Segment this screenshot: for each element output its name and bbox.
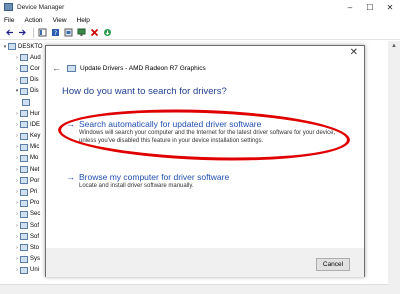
tree-item[interactable]: › Cor <box>0 63 48 74</box>
device-icon <box>20 154 28 162</box>
back-arrow-icon[interactable] <box>4 28 14 38</box>
properties-icon[interactable] <box>37 28 47 38</box>
tree-item[interactable]: › Uni <box>0 265 48 276</box>
device-icon <box>20 54 28 62</box>
tree-item[interactable]: › IDE <box>0 119 48 130</box>
tree-item[interactable] <box>0 97 48 108</box>
tree-item[interactable]: › Sec <box>0 209 48 220</box>
tree-item[interactable]: › Mic <box>0 142 48 153</box>
toolbar: ? <box>0 26 400 40</box>
scroll-up-icon[interactable]: ▲ <box>388 41 400 51</box>
dialog-close-button[interactable]: ✕ <box>350 47 358 58</box>
update-driver-icon[interactable] <box>102 28 112 38</box>
device-manager-icon <box>4 3 13 11</box>
menu-help[interactable]: Help <box>77 17 90 24</box>
tree-item[interactable]: › Mo <box>0 153 48 164</box>
title-bar: Device Manager – ☐ ✕ <box>0 0 400 14</box>
browse-computer-description: Locate and install driver software manua… <box>79 183 194 189</box>
arrow-right-icon: → <box>66 172 75 182</box>
device-icon <box>20 210 28 218</box>
search-automatically-link[interactable]: Search automatically for updated driver … <box>79 119 261 129</box>
toolbar-divider <box>33 27 34 38</box>
tree-item[interactable]: › Aud <box>0 52 48 63</box>
device-icon <box>20 199 28 207</box>
tree-item[interactable]: › Sys <box>0 254 48 265</box>
dialog-header: ← Update Drivers - AMD Radeon R7 Graphic… <box>52 63 206 73</box>
tree-item[interactable]: › Hur <box>0 108 48 119</box>
browse-computer-option[interactable]: → Browse my computer for driver software… <box>66 172 346 191</box>
tree-item[interactable]: › Key <box>0 131 48 142</box>
device-icon <box>20 188 28 196</box>
browse-computer-link[interactable]: Browse my computer for driver software <box>79 172 229 182</box>
uninstall-x-icon[interactable] <box>89 28 99 38</box>
device-tree: ▾ DESKTO › Aud › Cor › Dis ▾ Dis › Hur › IDE ›… <box>0 41 48 294</box>
tree-item[interactable]: ▾ Dis <box>0 86 48 97</box>
tree-root[interactable]: ▾ DESKTO <box>0 41 48 52</box>
status-bar <box>0 284 388 294</box>
device-icon <box>20 65 28 73</box>
dialog-footer: Cancel <box>46 248 364 277</box>
device-icon <box>20 255 28 263</box>
close-window-button[interactable]: ✕ <box>380 0 400 14</box>
device-icon <box>20 233 28 241</box>
update-drivers-dialog: ✕ ← Update Drivers - AMD Radeon R7 Graph… <box>45 45 365 277</box>
tree-item[interactable]: › Pro <box>0 198 48 209</box>
search-automatically-description: Windows will search your computer and th… <box>79 130 336 144</box>
device-icon <box>20 222 28 230</box>
menu-action[interactable]: Action <box>24 17 42 24</box>
forward-arrow-icon[interactable] <box>17 28 27 38</box>
vertical-scrollbar[interactable]: ▲ <box>388 41 400 294</box>
svg-text:?: ? <box>54 30 57 37</box>
back-arrow-icon[interactable]: ← <box>52 63 61 73</box>
display-adapter-icon <box>67 64 76 72</box>
search-automatically-option[interactable]: → Search automatically for updated drive… <box>66 119 346 145</box>
device-icon <box>20 166 28 174</box>
window-controls: – ☐ ✕ <box>340 0 400 14</box>
tree-item[interactable]: › Sof <box>0 231 48 242</box>
cancel-button[interactable]: Cancel <box>316 258 350 271</box>
dialog-question: How do you want to search for drivers? <box>62 86 227 97</box>
device-icon <box>20 266 28 274</box>
tree-item[interactable]: › Pri <box>0 186 48 197</box>
tree-item[interactable]: › Por <box>0 175 48 186</box>
device-icon <box>20 177 28 185</box>
display-adapter-icon <box>22 99 30 107</box>
device-icon <box>20 76 28 84</box>
minimize-button[interactable]: – <box>340 0 360 14</box>
tree-item[interactable]: › Sto <box>0 242 48 253</box>
window-title: Device Manager <box>17 3 65 11</box>
tree-item[interactable]: › Net <box>0 164 48 175</box>
device-icon <box>20 244 28 252</box>
display-adapter-icon <box>20 87 28 95</box>
device-icon <box>20 121 28 129</box>
dialog-breadcrumb: Update Drivers - AMD Radeon R7 Graphics <box>80 64 206 72</box>
monitor-icon[interactable] <box>76 28 86 38</box>
device-icon <box>20 110 28 118</box>
scan-hardware-icon[interactable] <box>63 28 73 38</box>
menu-file[interactable]: File <box>4 17 14 24</box>
menu-view[interactable]: View <box>53 17 67 24</box>
device-icon <box>20 132 28 140</box>
computer-icon <box>8 43 16 51</box>
menu-bar: File Action View Help <box>0 14 400 26</box>
device-icon <box>20 143 28 151</box>
maximize-button[interactable]: ☐ <box>360 0 380 14</box>
help-icon[interactable]: ? <box>50 28 60 38</box>
tree-item[interactable]: › Dis <box>0 75 48 86</box>
arrow-right-icon: → <box>66 119 75 129</box>
tree-item[interactable]: › Sof <box>0 220 48 231</box>
